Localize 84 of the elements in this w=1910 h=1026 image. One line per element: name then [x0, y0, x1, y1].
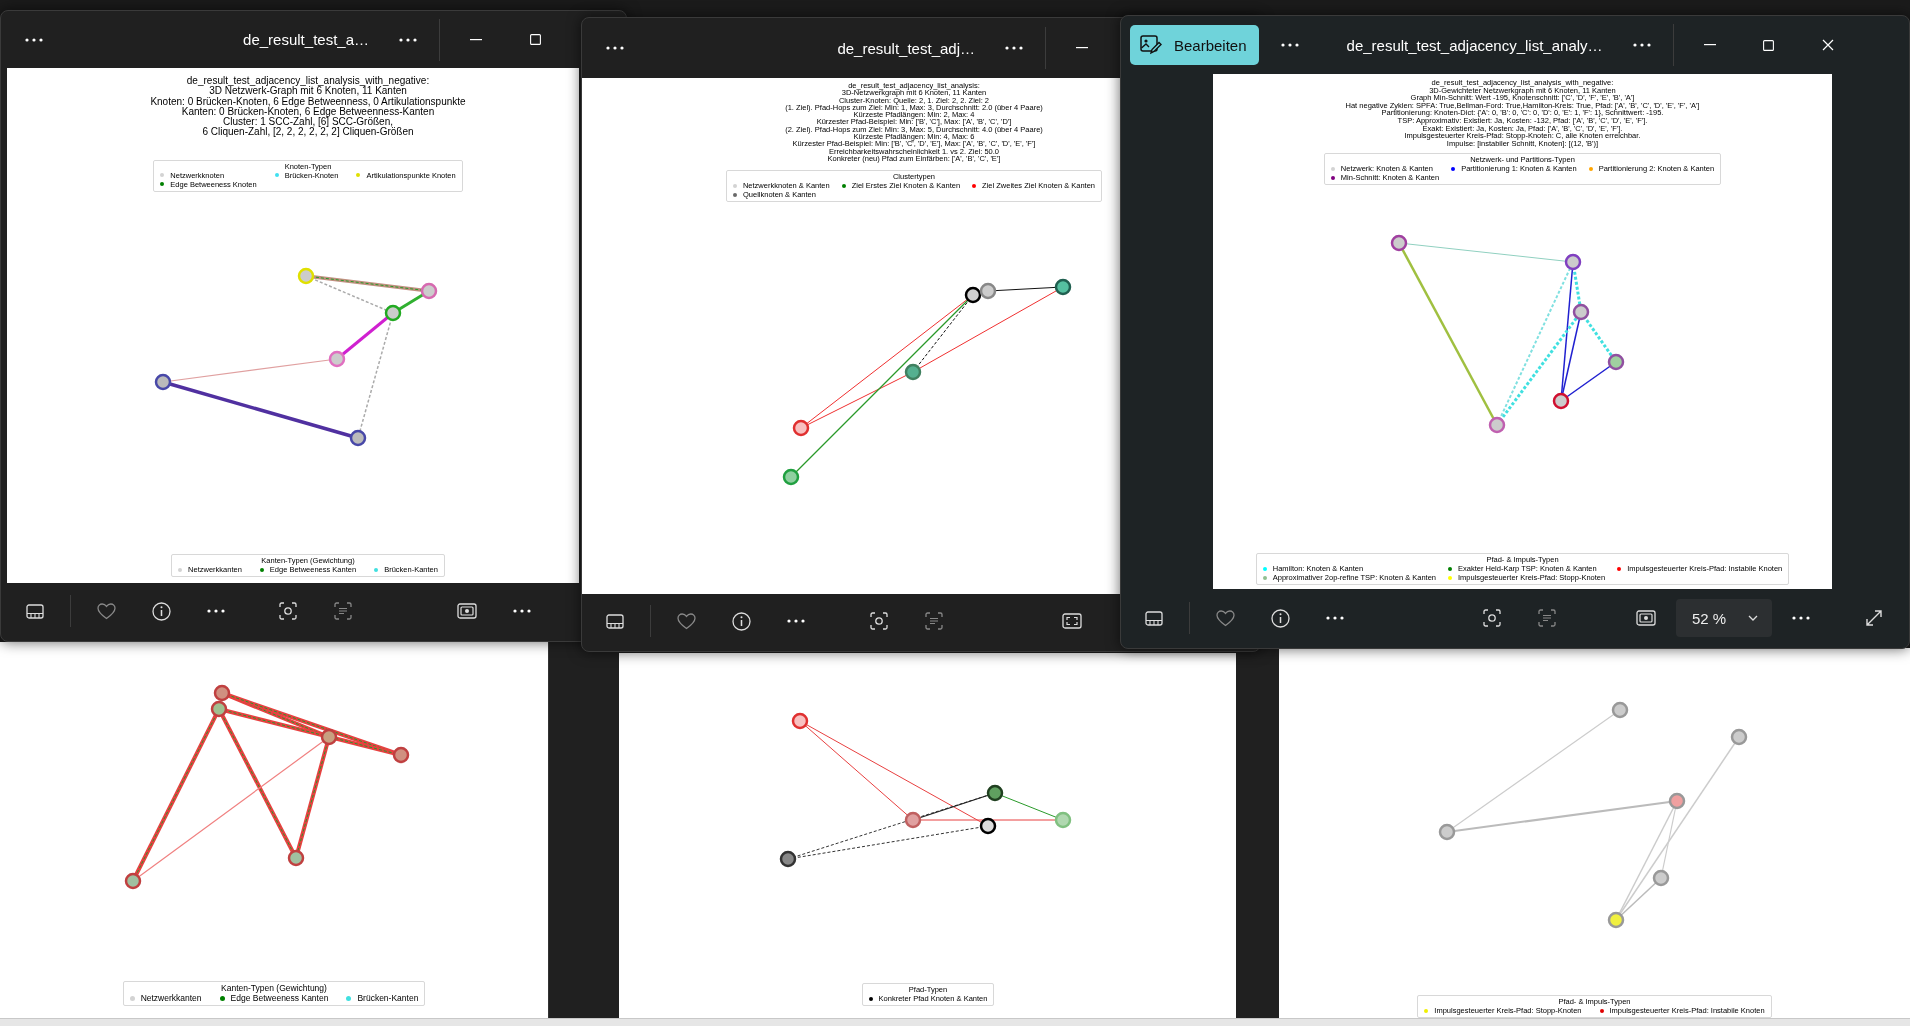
graph-node — [1607, 353, 1625, 371]
more-icon[interactable] — [606, 46, 624, 50]
graph-node — [779, 850, 797, 868]
plot-title: de_result_test_adjacency_list_analysis_with_negative: 3D Netzwerk-Graph mit 6 Knoten, 11 Kanten Knoten: 0 Brücken-Knoten, 6 Edge Betweenness, 0 Artikulationspunkte Kanten: 0 Brücken-Knoten, 6 Edge Betweenness-Kanten Cluster: 1 SCC-Zahl, [6] SCC-Größen, 6 Cliquen-Zahl, [2, 2, 2, 2, 2, 2] Cliquen-Größen — [150, 76, 466, 138]
graph-node — [297, 267, 315, 285]
graph-node — [1611, 701, 1629, 719]
graph-node — [154, 373, 172, 391]
heart-icon — [676, 612, 696, 630]
window-title: de_result_test_adjacency_list_analy… — [1346, 36, 1603, 54]
graph-node — [1552, 392, 1570, 410]
graph-node — [210, 700, 228, 718]
more-icon — [1792, 616, 1811, 620]
graph-node — [420, 282, 438, 300]
edit-button[interactable]: Bearbeiten — [1130, 25, 1259, 65]
chevron-icon — [1748, 615, 1759, 621]
info-icon — [151, 601, 171, 621]
more-icon — [1326, 616, 1344, 620]
graph-node — [782, 468, 800, 486]
legend-label: Netzwerkkanten — [140, 993, 202, 1003]
image-edit-icon — [1140, 35, 1162, 55]
graph-node — [1730, 728, 1748, 746]
minimize-icon — [470, 38, 482, 41]
maximize-icon — [1763, 39, 1775, 51]
more-icon[interactable] — [1005, 46, 1023, 50]
graph-node — [986, 784, 1004, 802]
text-scan-icon — [1538, 609, 1556, 627]
graph-node — [979, 817, 997, 835]
legend-label: Brücken-Kanten — [357, 993, 419, 1003]
expand-icon — [1865, 609, 1884, 627]
more-icon[interactable] — [25, 37, 43, 42]
slideshow-icon — [457, 603, 477, 619]
graph-node — [124, 872, 142, 890]
scan-icon — [1483, 609, 1501, 627]
text-scan-icon — [925, 612, 943, 630]
more-icon[interactable] — [1280, 43, 1299, 47]
graph-node — [904, 363, 922, 381]
maximize-icon — [529, 34, 541, 45]
text-scan-icon — [334, 602, 352, 620]
more-icon[interactable] — [399, 37, 417, 42]
graph-node — [791, 712, 809, 730]
graph-node — [349, 429, 367, 447]
graph-node — [328, 350, 346, 368]
graph-node — [1054, 278, 1072, 296]
filmstrip-icon — [26, 603, 44, 619]
graph-node — [1564, 253, 1582, 271]
graph-node — [213, 684, 231, 702]
graph-node — [964, 286, 982, 304]
graph-node — [1652, 869, 1670, 887]
graph-node — [1488, 416, 1506, 434]
graph-node — [979, 282, 997, 300]
graph-node — [1438, 823, 1456, 841]
legend-title: Kanten-Typen (Gewichtung) — [220, 983, 328, 993]
graph-node — [392, 746, 410, 764]
scan-icon — [870, 612, 888, 630]
graph-node — [287, 849, 305, 867]
window-title: de_result_test_adj… — [837, 39, 975, 57]
filmstrip-icon — [606, 613, 624, 629]
more-icon — [513, 609, 531, 613]
graph-node — [904, 811, 922, 829]
slideshow-icon — [1636, 610, 1656, 626]
minimize-icon — [1076, 47, 1088, 49]
close-icon — [1821, 39, 1834, 51]
graph-node — [320, 728, 338, 746]
legend-label: Edge Betweeness Kanten — [230, 993, 329, 1003]
more-icon[interactable] — [1632, 43, 1651, 47]
window-title: de_result_test_a… — [243, 31, 369, 48]
filmstrip-icon — [1145, 610, 1163, 626]
more-icon — [207, 609, 225, 613]
graph-node — [1607, 911, 1625, 929]
fit-icon — [1062, 613, 1082, 629]
heart-icon — [96, 602, 116, 620]
graph-node — [384, 304, 402, 322]
info-icon — [731, 611, 751, 631]
graph-node — [1572, 303, 1590, 321]
graph-node — [792, 419, 810, 437]
graph-node — [1668, 792, 1686, 810]
scan-icon — [279, 602, 297, 620]
more-icon — [787, 619, 805, 623]
graph-node — [1054, 811, 1072, 829]
info-icon — [1270, 608, 1290, 628]
minimize-icon — [1703, 44, 1716, 46]
heart-icon — [1215, 609, 1235, 627]
zoom-dropdown[interactable]: 52 % — [1676, 599, 1773, 637]
graph-node — [1390, 234, 1408, 252]
